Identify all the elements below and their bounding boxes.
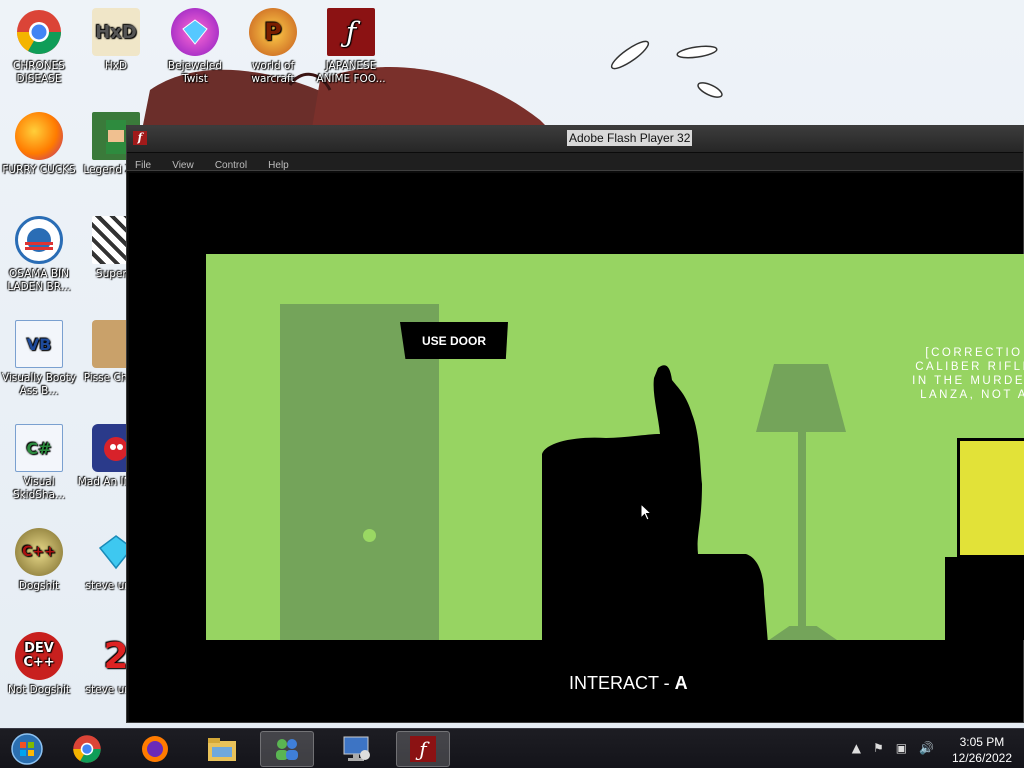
desktop-icon[interactable]: Bejeweled Twist xyxy=(155,8,235,86)
menu-bar: File View Control Help xyxy=(127,153,1023,171)
flash-player-window[interactable]: f Adobe Flash Player 32 File View Contro… xyxy=(126,125,1024,723)
desktop-icon-label: Dogshit xyxy=(18,580,60,592)
desktop-icon-label: Bejeweled Twist xyxy=(167,60,223,85)
lamp-base xyxy=(769,626,837,640)
desktop-icon-label: Not Dogshit xyxy=(7,684,71,696)
system-tray: ▲ ⚑ ▣ 🔊 xyxy=(852,741,934,755)
flash-logo-icon: f xyxy=(133,131,147,145)
desktop-icon-label: HxD xyxy=(104,60,128,72)
firefox-icon xyxy=(142,736,168,762)
interact-key: A xyxy=(674,673,688,693)
use-door-prompt: USE DOOR xyxy=(400,322,508,359)
interact-hint: INTERACT - A xyxy=(569,673,688,694)
game-scene[interactable]: USE DOOR [CORRECTIO CALIBER RIFLE IN THE… xyxy=(206,254,1024,640)
vb-icon: VB xyxy=(15,320,63,368)
desktop-icon[interactable]: FURRY CUCKS xyxy=(0,112,79,177)
news-line: [CORRECTIO xyxy=(925,347,1023,359)
csharp-icon: C# xyxy=(15,424,63,472)
flash-icon: ƒ xyxy=(410,736,436,762)
hxd-icon: HxD xyxy=(92,8,140,56)
lamp-pole xyxy=(798,432,806,627)
desktop-icon-label: Visually Booty Ass B... xyxy=(1,372,77,397)
taskbar-firefox[interactable] xyxy=(128,731,182,767)
obama-logo-icon xyxy=(15,216,63,264)
clock-time: 3:05 PM xyxy=(959,735,1005,749)
window-titlebar[interactable]: f Adobe Flash Player 32 xyxy=(127,126,1023,152)
menu-file[interactable]: File xyxy=(127,158,159,171)
taskbar-clock[interactable]: 3:05 PM 12/26/2022 xyxy=(952,734,1012,766)
start-button[interactable] xyxy=(0,731,54,767)
windows-start-icon xyxy=(11,733,43,765)
news-line: LANZA, NOT A xyxy=(920,389,1024,401)
tv-news-ticker: [CORRECTIO CALIBER RIFLE IN THE MURDER L… xyxy=(894,346,1024,402)
chrome-icon xyxy=(73,735,101,763)
devcpp-icon: DEV C++ xyxy=(15,632,63,680)
taskbar-messenger[interactable] xyxy=(260,731,314,767)
tray-expand-icon[interactable]: ▲ xyxy=(852,741,861,755)
firefox-icon xyxy=(15,112,63,160)
flash-icon: ƒ xyxy=(327,8,375,56)
desktop-icon-label: OSAMA BIN LADEN BR... xyxy=(7,268,71,293)
desktop-icon-label: FURRY CUCKS xyxy=(2,164,76,176)
news-line: IN THE MURDER xyxy=(912,375,1024,387)
clock-date: 12/26/2022 xyxy=(951,751,1012,765)
network-icon[interactable]: ▣ xyxy=(896,741,907,755)
desktop-icon[interactable]: ƒ JAPANESE ANIME FOO... xyxy=(311,8,391,86)
action-center-flag-icon[interactable]: ⚑ xyxy=(873,741,884,755)
desktop-icon[interactable]: C# Visual SkidSha... xyxy=(0,424,79,502)
news-line: CALIBER RIFLE xyxy=(915,361,1024,373)
desktop-icon[interactable]: VB Visually Booty Ass B... xyxy=(0,320,79,398)
wallpaper-sweat-drops xyxy=(610,40,723,98)
desktop-icon[interactable]: CHRONES DISEASE xyxy=(0,8,79,86)
window-title: Adobe Flash Player 32 xyxy=(567,130,693,146)
taskbar-chrome[interactable] xyxy=(60,731,114,767)
door-knob xyxy=(363,529,376,542)
menu-help[interactable]: Help xyxy=(260,158,297,171)
taskbar-remote-desktop[interactable] xyxy=(330,731,384,767)
desktop-icon-label: JAPANESE ANIME FOO... xyxy=(316,60,386,85)
menu-control[interactable]: Control xyxy=(207,158,255,171)
volume-icon[interactable]: 🔊 xyxy=(919,741,934,755)
monitor-icon xyxy=(343,736,370,761)
mouse-cursor-icon xyxy=(640,503,652,521)
taskbar-explorer[interactable] xyxy=(195,731,249,767)
taskbar: ƒ ▲ ⚑ ▣ 🔊 3:05 PM 12/26/2022 xyxy=(0,728,1024,768)
desktop-icon[interactable]: C++ Dogshit xyxy=(0,528,79,593)
desktop-icon[interactable]: DEV C++ Not Dogshit xyxy=(0,632,79,697)
wow-icon: P xyxy=(249,8,297,56)
desktop-icon-label: world of warcraft xyxy=(251,60,295,85)
television xyxy=(957,438,1024,558)
flash-stage[interactable]: USE DOOR [CORRECTIO CALIBER RIFLE IN THE… xyxy=(129,173,1024,722)
desktop-icon[interactable]: OSAMA BIN LADEN BR... xyxy=(0,216,79,294)
menu-view[interactable]: View xyxy=(164,158,202,171)
folder-icon xyxy=(208,738,236,761)
desktop-icon-label: CHRONES DISEASE xyxy=(13,60,65,85)
desktop-icon[interactable]: P world of warcraft xyxy=(233,8,313,86)
armchair-silhouette xyxy=(542,365,768,640)
desktop-icon-label: Visual SkidSha... xyxy=(12,476,66,501)
taskbar-flash-player[interactable]: ƒ xyxy=(396,731,450,767)
chrome-icon xyxy=(15,8,63,56)
tv-stand xyxy=(945,557,1024,640)
desktop-icon[interactable]: HxD HxD xyxy=(76,8,156,73)
people-icon xyxy=(276,739,298,760)
interact-prefix: INTERACT - xyxy=(569,673,675,693)
tv-screen xyxy=(960,441,1024,555)
bejeweled-icon xyxy=(171,8,219,56)
cpp-icon: C++ xyxy=(15,528,63,576)
